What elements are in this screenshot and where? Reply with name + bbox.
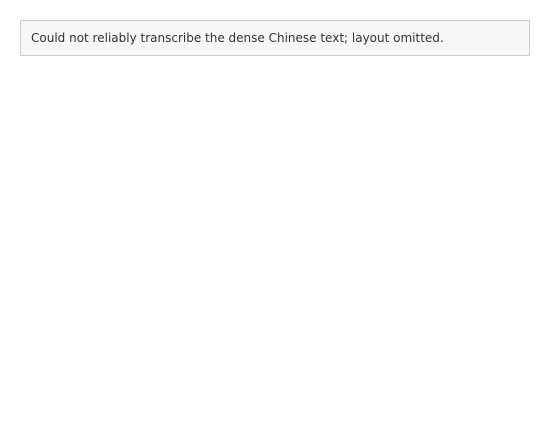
note: Could not reliably transcribe the dense … <box>20 20 530 56</box>
